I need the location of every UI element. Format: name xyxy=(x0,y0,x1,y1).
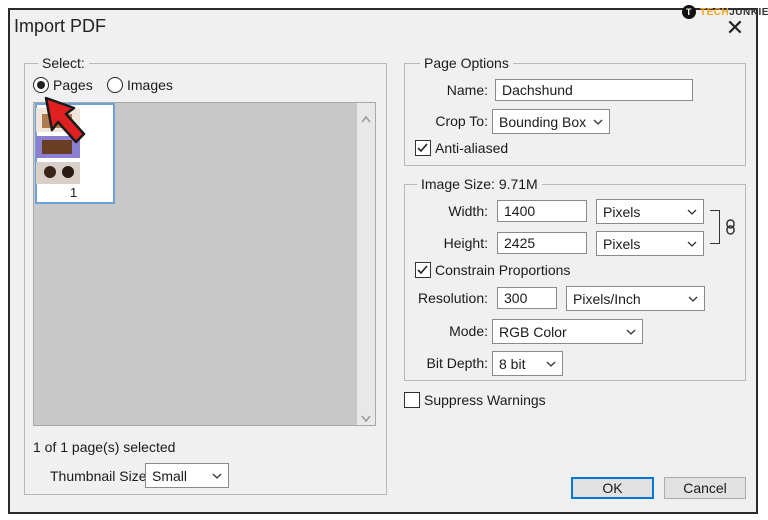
selection-status: 1 of 1 page(s) selected xyxy=(33,439,176,455)
scroll-down-arrow-icon[interactable] xyxy=(361,410,371,423)
resolution-label: Resolution: xyxy=(417,290,488,306)
proportion-bracket xyxy=(710,210,720,244)
thumbnail-size-label: Thumbnail Size: xyxy=(50,468,151,484)
red-arrow-icon xyxy=(44,96,90,146)
images-radio-label[interactable]: Images xyxy=(127,77,173,93)
height-unit-value: Pixels xyxy=(603,235,641,252)
width-label: Width: xyxy=(448,203,488,219)
select-legend: Select: xyxy=(38,55,89,71)
dialog-title: Import PDF xyxy=(14,16,107,36)
bit-depth-select[interactable]: 8 bit xyxy=(492,351,563,376)
watermark-logo: T TECH JUNKIE xyxy=(682,4,768,20)
constrain-proportions-label[interactable]: Constrain Proportions xyxy=(435,262,570,278)
name-value: Dachshund xyxy=(502,82,573,98)
ok-button[interactable]: OK xyxy=(571,477,654,499)
pages-radio-label[interactable]: Pages xyxy=(53,77,93,93)
mode-label: Mode: xyxy=(449,323,488,339)
thumbnail-page-number: 1 xyxy=(70,185,78,200)
crop-to-select[interactable]: Bounding Box xyxy=(492,109,610,134)
mode-select[interactable]: RGB Color xyxy=(492,319,643,344)
crop-to-value: Bounding Box xyxy=(499,113,587,130)
chain-link-icon[interactable] xyxy=(725,219,737,235)
resolution-field[interactable]: 300 xyxy=(497,287,557,309)
height-value: 2425 xyxy=(504,235,536,251)
image-size-legend: Image Size: 9.71M xyxy=(417,176,542,192)
suppress-warnings-label[interactable]: Suppress Warnings xyxy=(424,392,546,408)
bit-depth-value: 8 bit xyxy=(499,355,526,372)
thumbnail-size-value: Small xyxy=(152,467,188,484)
pages-radio[interactable] xyxy=(33,77,49,93)
chevron-down-icon xyxy=(546,361,556,367)
mode-value: RGB Color xyxy=(499,323,567,340)
chevron-down-icon xyxy=(688,296,698,302)
constrain-proportions-checkbox[interactable] xyxy=(415,262,431,278)
checkmark-icon xyxy=(417,143,428,153)
cancel-button[interactable]: Cancel xyxy=(664,477,746,499)
chevron-down-icon xyxy=(687,241,697,247)
chevron-down-icon xyxy=(626,329,636,335)
chevron-down-icon xyxy=(687,209,697,215)
logo-text-b: JUNKIE xyxy=(729,6,768,18)
name-label: Name: xyxy=(446,82,488,98)
width-value: 1400 xyxy=(504,203,536,219)
width-unit-value: Pixels xyxy=(603,203,641,220)
width-field[interactable]: 1400 xyxy=(497,200,587,222)
checkmark-icon xyxy=(417,265,428,275)
chevron-down-icon xyxy=(593,119,603,125)
thumbnail-size-select[interactable]: Small xyxy=(145,463,229,488)
chevron-down-icon xyxy=(212,473,222,479)
anti-aliased-label[interactable]: Anti-aliased xyxy=(435,140,508,156)
resolution-unit-value: Pixels/Inch xyxy=(573,290,641,307)
suppress-warnings-checkbox[interactable] xyxy=(404,392,420,408)
logo-disc: T xyxy=(682,5,696,19)
page-options-legend: Page Options xyxy=(420,55,513,71)
thumbnail-scrollbar[interactable] xyxy=(357,103,375,425)
radio-selected-dot xyxy=(37,81,45,89)
logo-text-a: TECH xyxy=(700,6,730,18)
height-unit-select[interactable]: Pixels xyxy=(596,231,704,256)
resolution-value: 300 xyxy=(504,290,528,306)
height-label: Height: xyxy=(443,235,488,251)
bit-depth-label: Bit Depth: xyxy=(426,355,488,371)
resolution-unit-select[interactable]: Pixels/Inch xyxy=(566,286,705,311)
scroll-up-arrow-icon[interactable] xyxy=(361,110,371,123)
images-radio[interactable] xyxy=(107,77,123,93)
height-field[interactable]: 2425 xyxy=(497,232,587,254)
crop-to-label: Crop To: xyxy=(435,113,488,129)
name-field[interactable]: Dachshund xyxy=(495,79,693,101)
width-unit-select[interactable]: Pixels xyxy=(596,199,704,224)
anti-aliased-checkbox[interactable] xyxy=(415,140,431,156)
